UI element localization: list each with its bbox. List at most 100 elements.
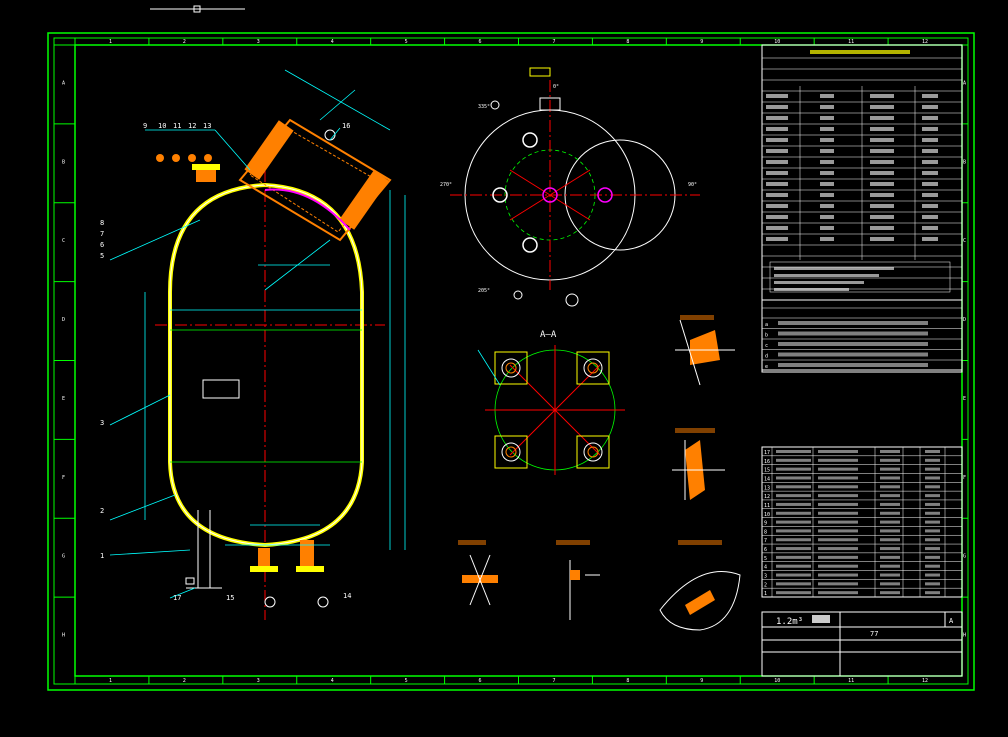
zone-row-label-right: G — [963, 554, 966, 560]
callout-16: 16 — [342, 122, 350, 130]
part-material — [880, 547, 900, 551]
part-weight — [925, 485, 940, 489]
zone-col-label: 12 — [922, 39, 928, 45]
design-cell-text — [870, 105, 894, 109]
part-number: 7 — [764, 538, 767, 544]
angle-205: 205° — [478, 288, 490, 294]
part-name — [818, 502, 858, 506]
callout-14: 14 — [343, 592, 351, 600]
leg-circle — [583, 358, 603, 378]
nozzle-id: d — [765, 354, 768, 360]
part-number: 10 — [764, 512, 770, 518]
part-name — [818, 520, 858, 524]
zone-row-label-right: A — [963, 80, 966, 86]
design-cell-text — [766, 127, 788, 131]
zone-col-label-bottom: 9 — [700, 678, 703, 684]
design-cell-text — [820, 215, 834, 219]
zone-row-label: A — [62, 80, 65, 86]
design-cell-text — [766, 105, 788, 109]
part-material — [880, 467, 900, 471]
part-name — [818, 591, 858, 595]
part-number: 14 — [764, 476, 770, 482]
part-number: 9 — [764, 521, 767, 527]
design-cell-text — [922, 204, 938, 208]
design-cell-text — [766, 116, 788, 120]
nozzle-id: a — [765, 322, 768, 328]
part-code — [776, 555, 811, 559]
callout-7: 7 — [100, 230, 104, 238]
callout-6: 6 — [100, 241, 104, 249]
part-number: 5 — [764, 556, 767, 562]
design-cell-text — [922, 138, 938, 142]
part-weight — [925, 458, 940, 462]
design-cell-text — [870, 127, 894, 131]
design-cell-text — [820, 94, 834, 98]
leg-circle — [501, 442, 521, 462]
design-cell-text — [870, 116, 894, 120]
design-cell-text — [870, 237, 894, 241]
part-name — [818, 494, 858, 498]
zone-col-label-bottom: 8 — [626, 678, 629, 684]
detail-views — [458, 315, 741, 631]
parts-list-table: 17 16 15 14 13 12 11 10 9 8 7 6 5 4 3 2 1 — [761, 446, 963, 598]
callout-13: 13 — [203, 122, 211, 130]
detail-e — [659, 540, 741, 631]
callout-10: 10 — [158, 122, 166, 130]
part-number: 8 — [764, 529, 767, 535]
zone-col-label: 8 — [626, 39, 629, 45]
design-cell-text — [870, 204, 894, 208]
zone-row-label-right: C — [963, 238, 966, 244]
design-cell-text — [766, 237, 788, 241]
zone-row-label: H — [62, 633, 65, 639]
design-cell-text — [766, 226, 788, 230]
design-cell-text — [922, 94, 938, 98]
part-code — [776, 458, 811, 462]
part-weight — [925, 494, 940, 498]
design-cell-text — [820, 149, 834, 153]
part-material — [880, 476, 900, 480]
zone-row-label: F — [62, 475, 65, 481]
part-weight — [925, 467, 940, 471]
design-cell-text — [870, 149, 894, 153]
part-code — [776, 520, 811, 524]
part-name — [818, 529, 858, 533]
part-material — [880, 591, 900, 595]
part-material — [880, 494, 900, 498]
part-number: 15 — [764, 468, 770, 474]
design-cell-text — [870, 215, 894, 219]
part-material — [880, 555, 900, 559]
part-material — [880, 511, 900, 515]
design-cell-text — [922, 160, 938, 164]
zone-row-label-right: B — [963, 159, 966, 165]
design-cell-text — [766, 204, 788, 208]
part-number: 2 — [764, 582, 767, 588]
part-code — [776, 529, 811, 533]
zone-col-label: 9 — [700, 39, 703, 45]
design-cell-text — [922, 193, 938, 197]
design-cell-text — [820, 237, 834, 241]
part-number: 16 — [764, 459, 770, 465]
note-line — [774, 274, 879, 277]
part-weight — [925, 450, 940, 453]
part-number: 4 — [764, 565, 767, 571]
design-cell-text — [922, 127, 938, 131]
part-number: 11 — [764, 503, 770, 509]
part-weight — [925, 591, 940, 595]
detail-d — [556, 540, 600, 620]
part-material — [880, 458, 900, 462]
part-material — [880, 502, 900, 506]
part-code — [776, 582, 811, 586]
callout-3: 3 — [100, 419, 104, 427]
part-code — [776, 538, 811, 542]
callout-2: 2 — [100, 507, 104, 515]
design-cell-text — [820, 127, 834, 131]
part-weight — [925, 547, 940, 551]
detail-a — [675, 315, 735, 386]
part-material — [880, 538, 900, 542]
part-weight — [925, 520, 940, 524]
view-slider[interactable] — [150, 5, 245, 13]
zone-col-label: 3 — [257, 39, 260, 45]
zone-col-label-bottom: 12 — [922, 678, 928, 684]
design-cell-text — [820, 171, 834, 175]
part-number: 17 — [764, 450, 770, 456]
